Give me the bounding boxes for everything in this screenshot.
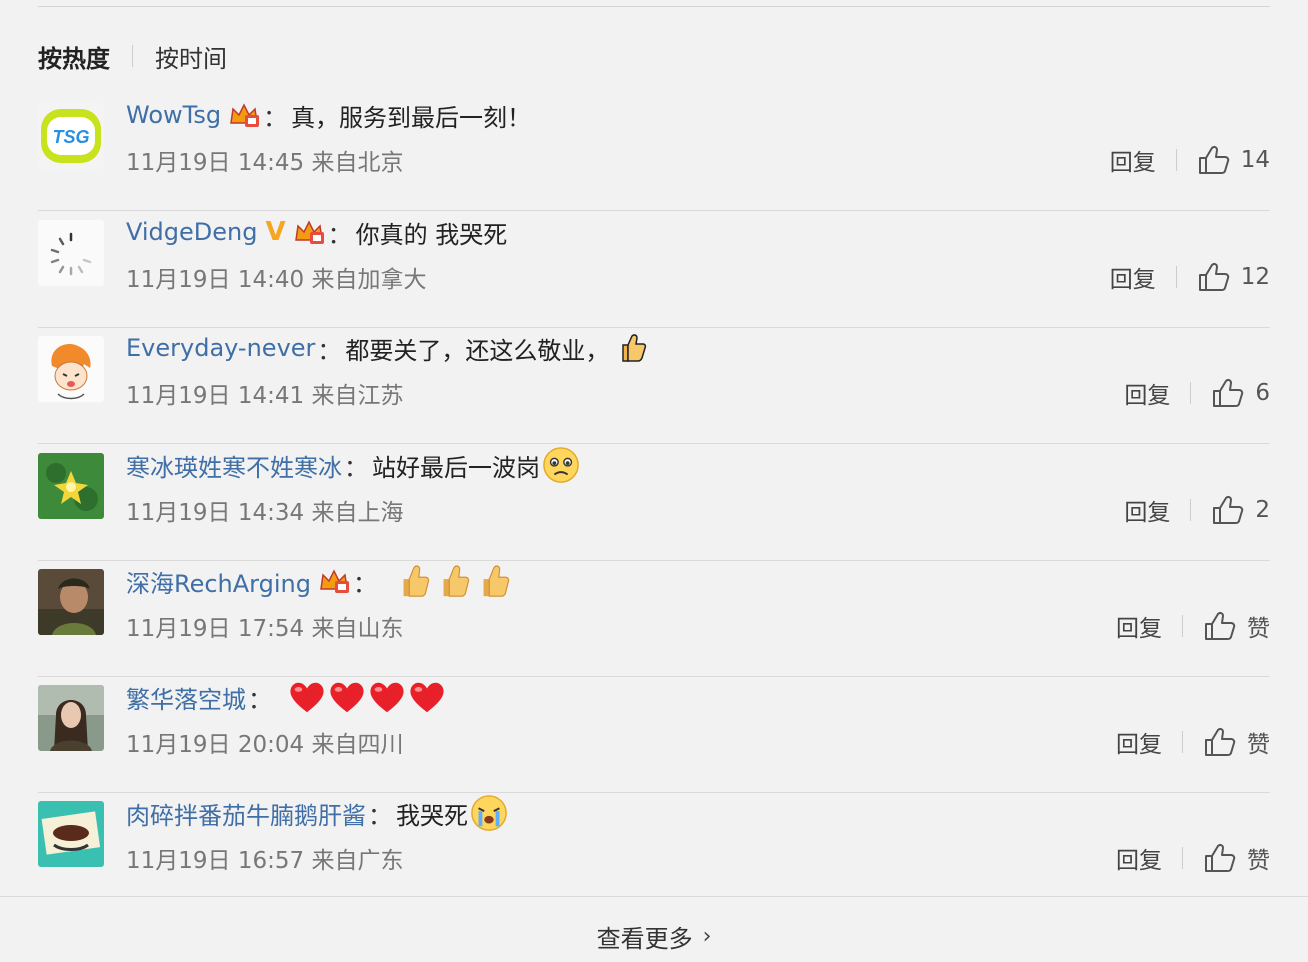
- thumbs-up-icon[interactable]: [1211, 495, 1245, 525]
- heart-emoji-icon: [328, 678, 366, 716]
- comment-username[interactable]: 肉碎拌番茄牛腩鹅肝酱: [126, 796, 366, 831]
- like-count[interactable]: 14: [1241, 147, 1270, 173]
- comment-username[interactable]: VidgeDeng: [126, 218, 257, 246]
- like-label[interactable]: 赞: [1247, 725, 1270, 759]
- comment-item: TSG WowTsg ： 真，服务到最后一刻！ 11月19日 14:45 来自北…: [38, 95, 1270, 211]
- thumbs-up-icon[interactable]: [1203, 611, 1237, 641]
- good-hand-emoji-icon: [615, 331, 649, 365]
- thumbs-up-emoji-icon: [475, 562, 513, 600]
- thumbs-up-emoji-icon: [435, 562, 473, 600]
- top-divider: [38, 6, 1270, 7]
- thumbs-up-emoji-icon: [395, 562, 433, 600]
- avatar[interactable]: [38, 801, 104, 867]
- avatar[interactable]: [38, 453, 104, 519]
- reply-button[interactable]: 回复: [1124, 493, 1170, 527]
- comment-meta: 11月19日 14:41 来自江苏: [126, 383, 404, 409]
- reply-button[interactable]: 回复: [1116, 725, 1162, 759]
- member-badge-icon: [317, 567, 351, 595]
- comment-username[interactable]: 繁华落空城: [126, 680, 246, 715]
- comment-meta: 11月19日 14:34 来自上海: [126, 500, 404, 526]
- comment-text: 你真的 我哭死: [355, 220, 508, 249]
- comment-text: 都要关了，还这么敬业，: [345, 336, 610, 365]
- sort-separator: [132, 45, 133, 67]
- reply-button[interactable]: 回复: [1110, 143, 1156, 177]
- comment-text: 我哭死: [396, 801, 468, 830]
- like-count[interactable]: 2: [1255, 497, 1270, 523]
- thumbs-up-icon[interactable]: [1203, 843, 1237, 873]
- thumbs-up-icon[interactable]: [1203, 727, 1237, 757]
- sad-face-emoji-icon: [542, 446, 580, 484]
- like-label[interactable]: 赞: [1247, 609, 1270, 643]
- thumbs-up-icon[interactable]: [1197, 262, 1231, 292]
- comment-meta: 11月19日 16:57 来自广东: [126, 848, 404, 874]
- reply-button[interactable]: 回复: [1124, 376, 1170, 410]
- comment-meta: 11月19日 14:45 来自北京: [126, 150, 404, 176]
- view-more-label: 查看更多: [596, 924, 693, 953]
- comment-username[interactable]: 寒冰瑛姓寒不姓寒冰: [126, 448, 342, 483]
- verified-v-icon: V: [265, 217, 286, 247]
- member-badge-icon: [292, 218, 326, 246]
- thumbs-up-icon[interactable]: [1211, 378, 1245, 408]
- like-label[interactable]: 赞: [1247, 841, 1270, 875]
- comment-meta: 11月19日 20:04 来自四川: [126, 732, 404, 758]
- avatar[interactable]: [38, 336, 104, 402]
- reply-button[interactable]: 回复: [1116, 841, 1162, 875]
- heart-emoji-icon: [288, 678, 326, 716]
- heart-emoji-icon: [408, 678, 446, 716]
- like-count[interactable]: 6: [1255, 380, 1270, 406]
- reply-button[interactable]: 回复: [1110, 260, 1156, 294]
- reply-button[interactable]: 回复: [1116, 609, 1162, 643]
- comment-item: Everyday-never ： 都要关了，还这么敬业， 11月19日 14:4…: [38, 328, 1270, 444]
- comment-username[interactable]: 深海RechArging: [126, 564, 311, 599]
- sort-by-time-tab[interactable]: 按时间: [155, 39, 227, 74]
- avatar[interactable]: TSG: [38, 103, 104, 169]
- chevron-right-icon: ›: [702, 923, 712, 949]
- crying-face-emoji-icon: [470, 794, 508, 832]
- svg-text:TSG: TSG: [52, 127, 89, 147]
- sort-bar: 按热度 按时间: [38, 38, 227, 74]
- comment-item: 寒冰瑛姓寒不姓寒冰 ： 站好最后一波岗 11月19日 14:34 来自上海 回复…: [38, 445, 1270, 561]
- comment-meta: 11月19日 14:40 来自加拿大: [126, 267, 427, 293]
- comment-text: 真，服务到最后一刻！: [291, 103, 532, 132]
- avatar[interactable]: [38, 569, 104, 635]
- sort-by-hot-tab[interactable]: 按热度: [38, 39, 110, 74]
- comment-username[interactable]: WowTsg: [126, 101, 221, 129]
- footer-divider: [0, 896, 1308, 897]
- view-more-button[interactable]: 查看更多 ›: [0, 914, 1308, 958]
- avatar[interactable]: [38, 685, 104, 751]
- comment-item: 深海RechArging ： 11月19日 17:54 来自山东 回复 赞: [38, 561, 1270, 677]
- comment-item: 繁华落空城 ： 11月19日 20:04 来自四川 回复 赞: [38, 677, 1270, 793]
- comment-item: VidgeDeng V ： 你真的 我哭死 11月19日 14:40 来自加拿大…: [38, 212, 1270, 328]
- heart-emoji-icon: [368, 678, 406, 716]
- comment-username[interactable]: Everyday-never: [126, 334, 315, 362]
- avatar[interactable]: [38, 220, 104, 286]
- thumbs-up-icon[interactable]: [1197, 145, 1231, 175]
- like-count[interactable]: 12: [1241, 264, 1270, 290]
- comment-meta: 11月19日 17:54 来自山东: [126, 616, 404, 642]
- comment-item: 肉碎拌番茄牛腩鹅肝酱 ： 我哭死 11月19日 16:57 来自广东 回复 赞: [38, 793, 1270, 896]
- comment-text: 站好最后一波岗: [372, 453, 540, 482]
- member-badge-icon: [227, 101, 261, 129]
